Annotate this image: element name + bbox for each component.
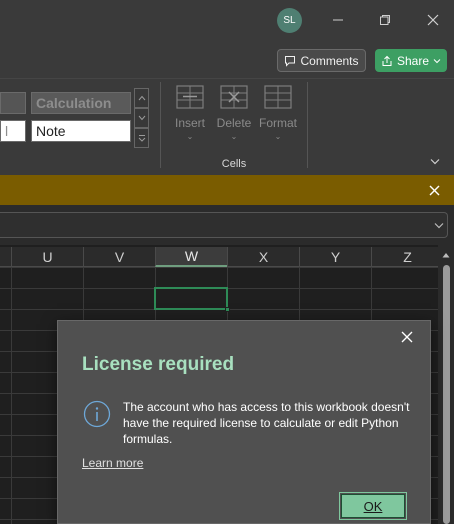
share-label: Share xyxy=(396,53,430,68)
scrollbar-thumb[interactable] xyxy=(443,265,450,524)
minimize-icon[interactable] xyxy=(328,10,348,30)
dialog-message: The account who has access to this workb… xyxy=(123,400,410,446)
formula-input[interactable] xyxy=(0,212,448,238)
restore-icon[interactable] xyxy=(375,10,395,30)
comments-button[interactable]: Comments xyxy=(277,49,366,72)
fill-handle[interactable] xyxy=(225,307,230,312)
close-icon[interactable] xyxy=(423,10,443,30)
share-button[interactable]: Share xyxy=(375,49,447,72)
ribbon-separator xyxy=(307,82,308,168)
user-avatar[interactable]: SL xyxy=(277,8,302,33)
delete-cells-icon xyxy=(220,85,248,109)
insert-cells-icon xyxy=(176,85,204,109)
format-label: Format xyxy=(258,116,297,130)
chevron-down-icon xyxy=(430,158,440,164)
column-header[interactable]: Z xyxy=(371,247,438,267)
cell-style-calculation[interactable]: Calculation xyxy=(31,92,131,114)
column-header[interactable]: V xyxy=(83,247,155,267)
chevron-down-icon xyxy=(138,115,145,121)
column-header-selected[interactable]: W xyxy=(155,247,227,267)
gallery-scroll-up[interactable] xyxy=(134,88,149,108)
expand-formula-bar-button[interactable] xyxy=(432,218,446,232)
comments-label: Comments xyxy=(300,53,359,68)
delete-button[interactable]: Delete ⌄ xyxy=(211,84,257,146)
cells-group-label: Cells xyxy=(221,158,247,170)
comment-icon xyxy=(285,55,296,67)
ok-button[interactable]: OK xyxy=(339,492,407,520)
cell-style-partial[interactable] xyxy=(0,92,26,114)
delete-label: Delete xyxy=(216,116,252,130)
insert-button[interactable]: Insert ⌄ xyxy=(167,84,213,146)
dialog-title: License required xyxy=(82,354,235,375)
learn-more-link[interactable]: Learn more xyxy=(82,456,143,470)
insert-label: Insert xyxy=(174,116,205,130)
chevron-down-icon[interactable] xyxy=(433,57,441,65)
chevron-down-icon: ⌄ xyxy=(186,132,194,141)
scroll-up-icon[interactable] xyxy=(441,250,451,260)
column-header[interactable]: X xyxy=(227,247,299,267)
chevron-down-icon xyxy=(434,222,444,228)
more-icon xyxy=(138,135,145,142)
share-icon xyxy=(382,55,392,66)
chevron-down-icon: ⌄ xyxy=(274,132,282,141)
close-icon[interactable] xyxy=(397,327,417,347)
close-icon[interactable] xyxy=(424,180,444,200)
column-header[interactable]: U xyxy=(11,247,83,267)
gallery-more[interactable] xyxy=(134,128,149,148)
message-bar xyxy=(0,175,454,205)
format-button[interactable]: Format ⌄ xyxy=(255,84,301,146)
ribbon-separator xyxy=(160,82,161,168)
cell-style-partial[interactable]: l xyxy=(0,120,26,142)
chevron-up-icon xyxy=(138,95,145,101)
collapse-ribbon-button[interactable] xyxy=(428,154,442,168)
column-headers: U V W X Y Z xyxy=(0,247,438,267)
chevron-down-icon: ⌄ xyxy=(230,132,238,141)
active-cell[interactable] xyxy=(154,287,228,310)
column-header[interactable]: Y xyxy=(299,247,371,267)
cell-style-note[interactable]: Note xyxy=(31,120,131,142)
gallery-scroll-down[interactable] xyxy=(134,108,149,128)
info-icon xyxy=(83,400,111,428)
format-cells-icon xyxy=(264,85,292,109)
